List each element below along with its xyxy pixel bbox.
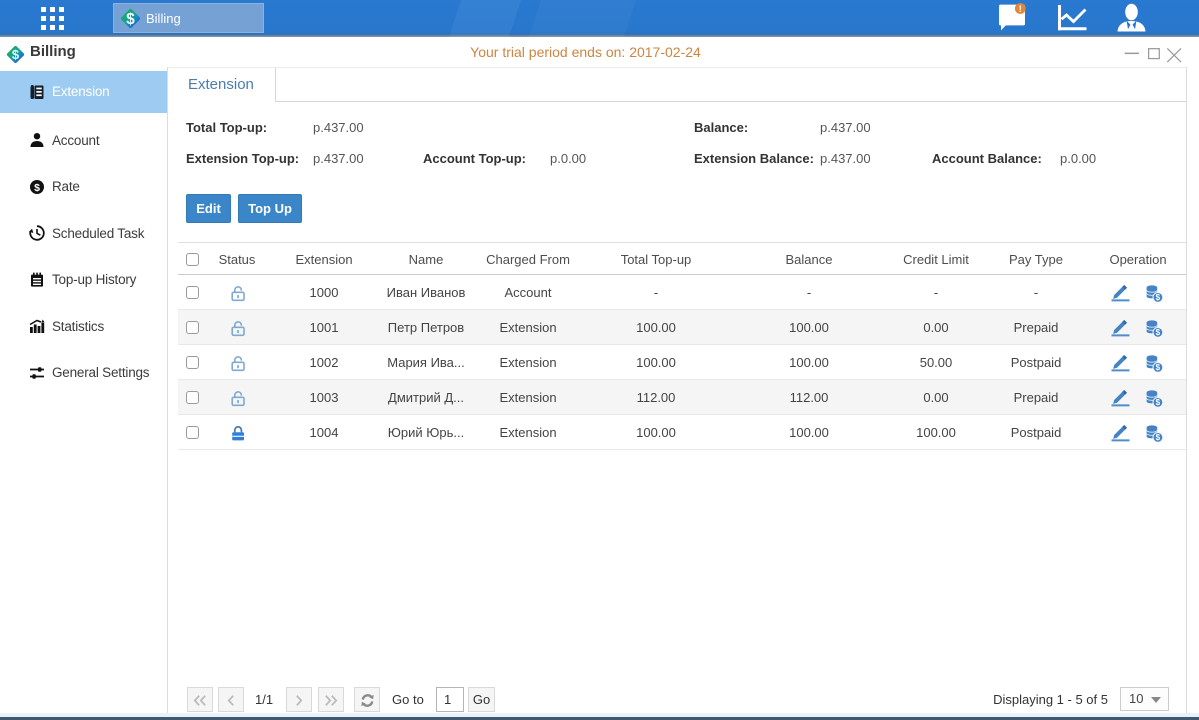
svg-text:$: $ bbox=[1156, 433, 1161, 442]
svg-text:!: ! bbox=[1019, 4, 1022, 14]
svg-text:$: $ bbox=[1156, 293, 1161, 302]
svg-text:$: $ bbox=[34, 182, 40, 194]
svg-text:$: $ bbox=[1156, 398, 1161, 407]
svg-text:$: $ bbox=[1156, 328, 1161, 337]
svg-text:$: $ bbox=[1156, 363, 1161, 372]
svg-text:$: $ bbox=[126, 11, 135, 28]
